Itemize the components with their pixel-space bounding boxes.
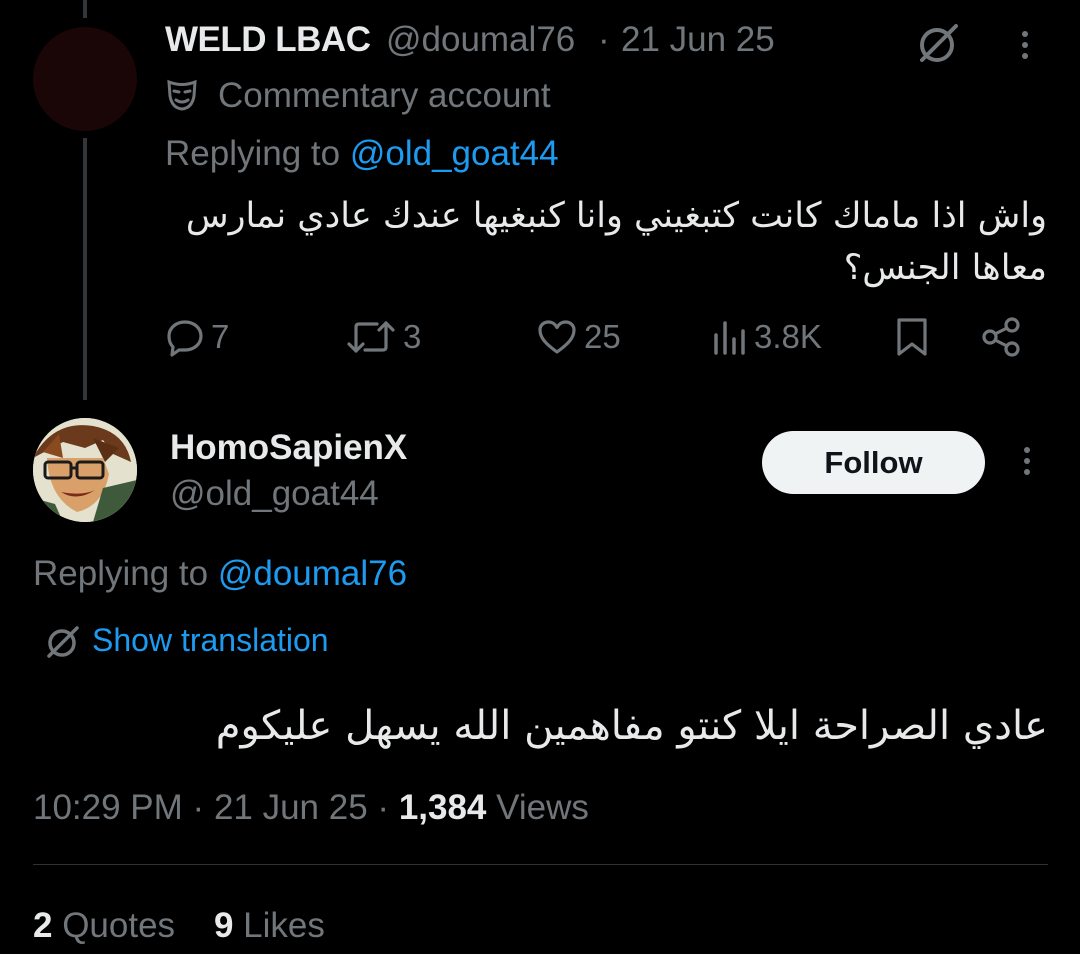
- divider: [33, 864, 1048, 865]
- likes-label: Likes: [243, 906, 325, 945]
- post-date[interactable]: 21 Jun 25: [214, 788, 368, 827]
- meta-separator: ·: [192, 788, 205, 827]
- replying-to-link[interactable]: @old_goat44: [350, 134, 559, 173]
- account-label: Commentary account: [218, 76, 551, 115]
- meta-separator: ·: [598, 20, 610, 59]
- translate-icon[interactable]: [44, 622, 82, 660]
- engagement-stats: 2 Quotes 9 Likes: [33, 906, 325, 946]
- more-icon[interactable]: [1012, 446, 1042, 476]
- share-button[interactable]: [980, 310, 1022, 364]
- post-time[interactable]: 10:29 PM: [33, 788, 183, 827]
- views-button[interactable]: 3.8K: [712, 310, 822, 364]
- views-icon: [714, 321, 745, 355]
- reply-button[interactable]: 7: [165, 310, 229, 364]
- follow-button[interactable]: Follow: [762, 431, 985, 494]
- post-date[interactable]: 21 Jun 25: [621, 20, 775, 60]
- likes-count: 9: [213, 906, 234, 945]
- like-button[interactable]: 25: [536, 310, 621, 364]
- avatar[interactable]: [33, 418, 137, 522]
- reply-count: 7: [211, 318, 230, 355]
- views-count: 3.8K: [754, 318, 822, 355]
- repost-button[interactable]: 3: [345, 310, 421, 364]
- replying-to: Replying to @doumal76: [33, 554, 407, 594]
- tweet-text: عادي الصراحة ايلا كنتو مفاهمين الله يسهل…: [215, 703, 1048, 749]
- display-name[interactable]: WELD LBAC: [165, 20, 371, 60]
- tweet-meta: 10:29 PM · 21 Jun 25 · 1,384 Views: [33, 788, 589, 828]
- like-icon: [538, 320, 576, 354]
- meta-separator: ·: [377, 788, 390, 827]
- bookmark-icon: [897, 318, 927, 356]
- like-count: 25: [584, 318, 621, 355]
- more-icon[interactable]: [1010, 30, 1040, 60]
- replying-prefix: Replying to: [33, 554, 209, 593]
- replying-to-link[interactable]: @doumal76: [218, 554, 407, 593]
- repost-count: 3: [403, 318, 422, 355]
- replying-to: Replying to @old_goat44: [165, 134, 559, 174]
- display-name[interactable]: HomoSapienX: [170, 428, 407, 468]
- likes-link[interactable]: 9 Likes: [214, 906, 325, 945]
- thread-line: [83, 138, 87, 400]
- mask-icon: [165, 78, 199, 112]
- avatar[interactable]: [33, 27, 137, 131]
- user-handle[interactable]: @doumal76: [386, 20, 575, 60]
- quotes-count: 2: [33, 906, 53, 945]
- show-translation-link[interactable]: Show translation: [92, 622, 329, 659]
- share-icon: [982, 317, 1020, 357]
- views-label: Views: [496, 788, 589, 827]
- repost-icon: [347, 321, 395, 353]
- views-count: 1,384: [398, 788, 487, 827]
- bookmark-button[interactable]: [894, 310, 930, 364]
- replying-prefix: Replying to: [165, 134, 341, 173]
- reply-icon: [167, 320, 203, 357]
- user-handle[interactable]: @old_goat44: [170, 474, 379, 514]
- quotes-label: Quotes: [62, 906, 176, 945]
- thread-line-top: [83, 0, 87, 18]
- grok-icon[interactable]: [916, 20, 962, 66]
- quotes-link[interactable]: 2 Quotes: [33, 906, 175, 945]
- tweet-text: واش اذا ماماك كانت كتبغيني وانا كنبغيها …: [185, 196, 1047, 288]
